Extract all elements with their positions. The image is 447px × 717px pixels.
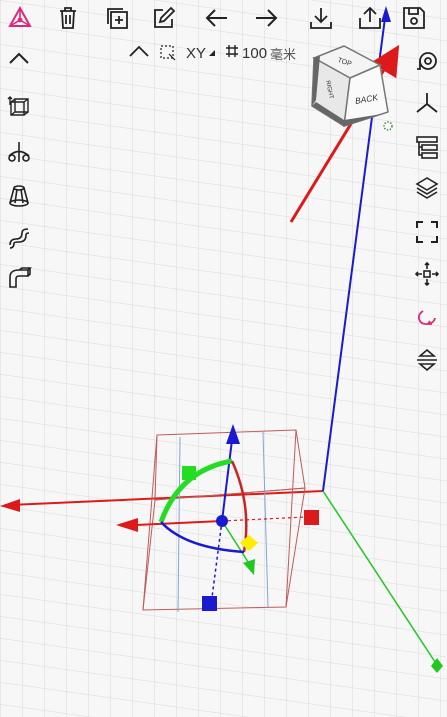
loft-icon[interactable] [2,178,36,212]
axes-icon[interactable] [410,86,444,120]
sweep-icon[interactable] [2,221,36,255]
status-bar: XY 100 毫米 [128,42,318,64]
edit-icon[interactable] [147,1,181,35]
undo-arrow-left-icon[interactable] [200,1,234,35]
gizmo-center[interactable] [216,515,228,527]
right-toolbar [407,0,447,717]
left-toolbar [0,0,40,717]
work-plane-selector[interactable]: XY [186,44,216,62]
grid-size-selector[interactable]: 100 毫米 [225,44,296,63]
view-cube-rotate-handle[interactable] [383,121,393,131]
import-icon[interactable] [304,1,338,35]
collapse-chevron-up-icon[interactable] [2,42,36,76]
grid-size-value: 100 [242,44,268,62]
magnet-snap-icon[interactable] [410,44,444,78]
selection-mode-icon[interactable] [160,45,176,61]
view-cube[interactable]: TOP BACK RIGHT [292,40,402,140]
move-pan-icon[interactable] [410,257,444,291]
top-toolbar [0,0,447,36]
gizmo-green-handle[interactable] [182,466,196,480]
collapse-chevron-up-icon[interactable] [128,44,150,62]
loop-rotate-icon[interactable] [410,300,444,334]
layers-icon[interactable] [410,171,444,205]
flip-mirror-icon[interactable] [410,343,444,377]
export-share-icon[interactable] [353,1,387,35]
scene-tree-icon[interactable] [410,130,444,164]
duplicate-icon[interactable] [100,1,134,35]
fit-view-icon[interactable] [410,215,444,249]
grid-icon [225,44,239,62]
revolve-icon[interactable] [2,135,36,169]
work-plane-label: XY [186,44,207,62]
bend-icon[interactable] [2,261,36,295]
gizmo-x-handle[interactable] [304,510,319,525]
redo-arrow-right-icon[interactable] [249,1,283,35]
gizmo-z-handle[interactable] [202,596,217,611]
box-primitive-icon[interactable] [2,89,36,123]
delete-icon[interactable] [51,1,85,35]
